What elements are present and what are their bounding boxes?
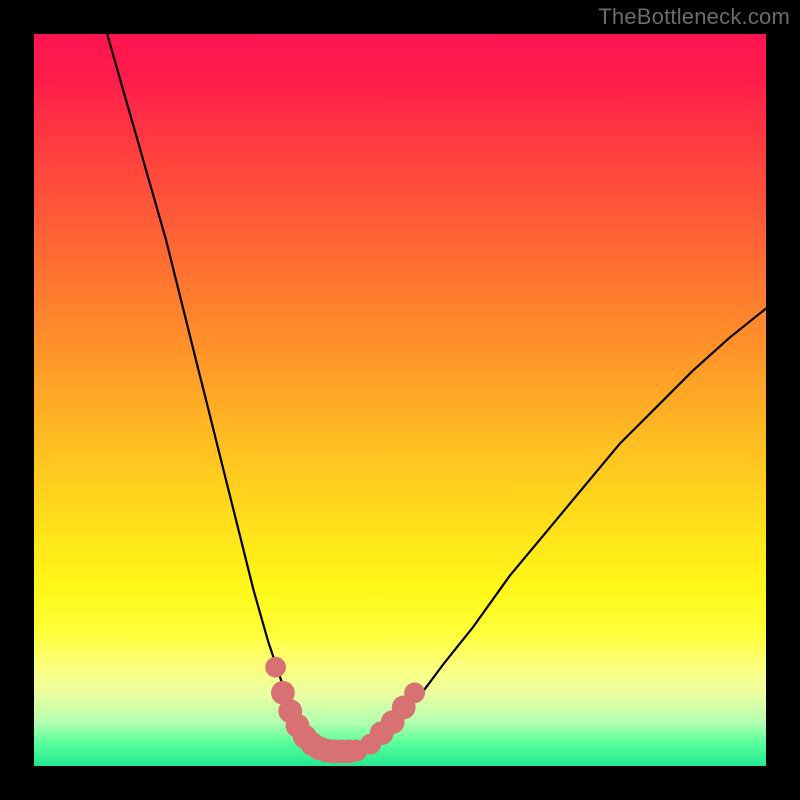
plot-area: [34, 34, 766, 766]
bottleneck-chart-svg: [34, 34, 766, 766]
watermark-text: TheBottleneck.com: [598, 4, 790, 30]
curve-marker: [404, 682, 425, 703]
bottleneck-curve: [107, 34, 766, 751]
chart-frame: TheBottleneck.com: [0, 0, 800, 800]
curve-marker: [265, 657, 286, 678]
curve-markers: [265, 657, 425, 764]
